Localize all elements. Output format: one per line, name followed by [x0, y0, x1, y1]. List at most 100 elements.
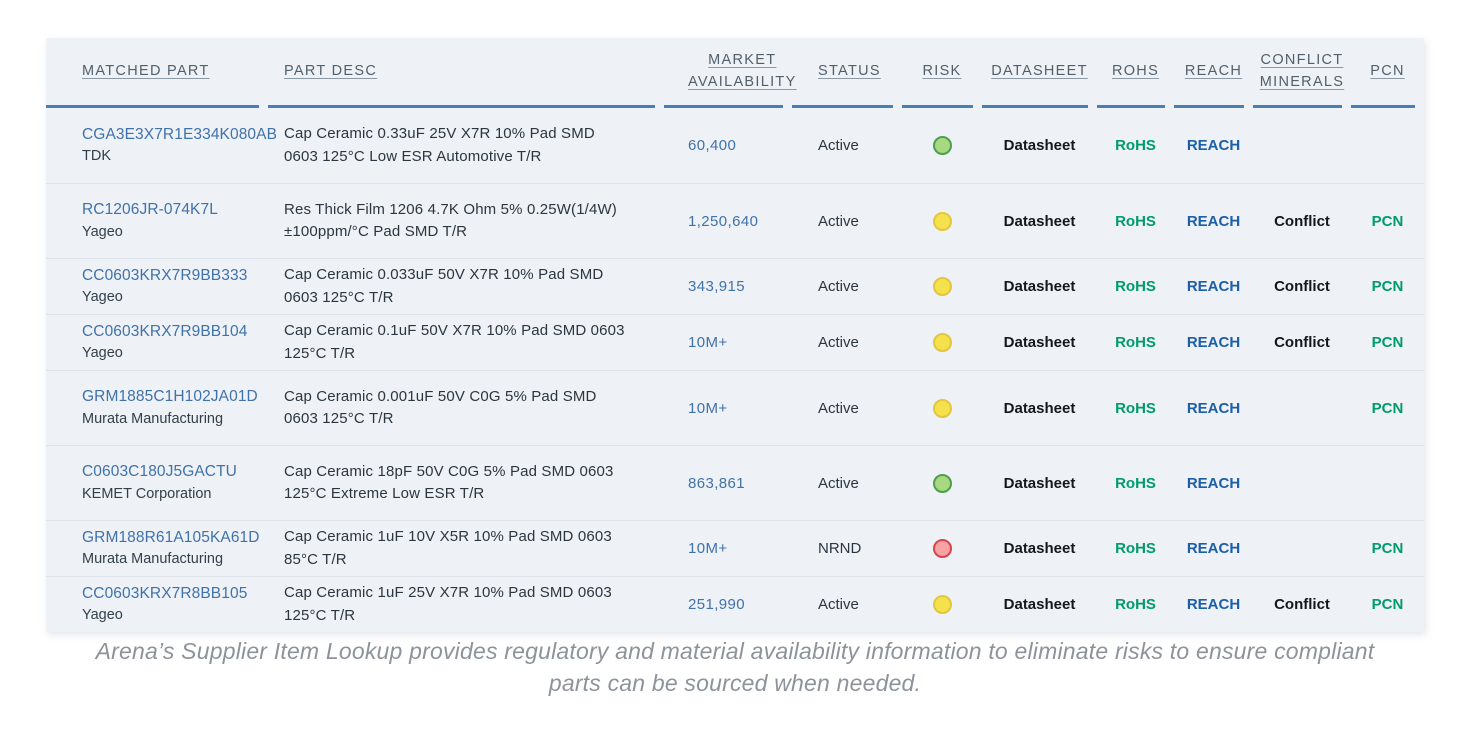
table-row[interactable]: RC1206JR-074K7L Yageo Res Thick Film 1206 … — [46, 183, 1424, 258]
datasheet-link[interactable]: Datasheet — [1004, 400, 1076, 417]
table-row[interactable]: GRM1885C1H102JA01D Murata Manufacturing Ca… — [46, 370, 1424, 445]
reach-badge[interactable]: REACH — [1187, 278, 1240, 295]
column-header-status[interactable]: STATUS — [792, 42, 902, 105]
pcn-badge[interactable]: PCN — [1372, 213, 1404, 230]
column-header-conflict-minerals[interactable]: CONFLICT MINERALS — [1253, 42, 1351, 105]
datasheet-link[interactable]: Datasheet — [1004, 137, 1076, 154]
manufacturer-name: Yageo — [82, 345, 123, 362]
conflict-minerals-badge[interactable]: Conflict — [1274, 278, 1330, 295]
cell-conflict-minerals: Conflict — [1253, 596, 1351, 613]
column-header-pcn[interactable]: PCN — [1351, 42, 1424, 105]
column-header-market-availability[interactable]: MARKET AVAILABILITY — [664, 42, 795, 105]
pcn-badge[interactable]: PCN — [1372, 540, 1404, 557]
cell-status: Active — [792, 137, 902, 154]
reach-badge[interactable]: REACH — [1187, 137, 1240, 154]
column-header-risk[interactable]: RISK — [902, 42, 982, 105]
risk-indicator-yellow-icon[interactable] — [932, 333, 952, 352]
cell-matched-part: CC0603KRX7R8BB105 Yageo — [46, 583, 268, 626]
part-number-link[interactable]: GRM1885C1H102JA01D — [82, 386, 268, 408]
market-availability-value[interactable]: 863,861 — [688, 475, 792, 492]
reach-badge[interactable]: REACH — [1187, 596, 1240, 613]
part-number-link[interactable]: CC0603KRX7R9BB333 — [82, 265, 268, 287]
datasheet-link[interactable]: Datasheet — [1004, 540, 1076, 557]
table-row[interactable]: GRM188R61A105KA61D Murata Manufacturing Ca… — [46, 520, 1424, 576]
column-header-matched-part[interactable]: MATCHED PART — [46, 42, 268, 105]
table-row[interactable]: CC0603KRX7R9BB104 Yageo Cap Ceramic 0.1uF … — [46, 314, 1424, 370]
table-row[interactable]: CGA3E3X7R1E334K080AB TDK Cap Ceramic 0.33u… — [46, 108, 1424, 183]
part-number-link[interactable]: RC1206JR-074K7L — [82, 199, 268, 221]
part-description-line-2: 125°C Extreme Low ESR T/R — [284, 485, 485, 502]
conflict-minerals-badge[interactable]: Conflict — [1274, 334, 1330, 351]
cell-reach: REACH — [1174, 278, 1253, 295]
manufacturer-name: Yageo — [82, 289, 123, 306]
conflict-minerals-badge[interactable]: Conflict — [1274, 596, 1330, 613]
reach-badge[interactable]: REACH — [1187, 540, 1240, 557]
cell-market-availability: 10M+ — [664, 334, 792, 351]
column-header-datasheet[interactable]: DATASHEET — [982, 42, 1097, 105]
cell-market-availability: 343,915 — [664, 278, 792, 295]
table-row[interactable]: C0603C180J5GACTU KEMET Corporation Cap Cer… — [46, 445, 1424, 520]
column-header-matched-part-label: MATCHED PART — [82, 62, 210, 79]
risk-indicator-green-icon[interactable] — [932, 136, 952, 155]
cell-market-availability: 10M+ — [664, 540, 792, 557]
part-number-link[interactable]: CC0603KRX7R9BB104 — [82, 321, 268, 343]
cell-status: Active — [792, 213, 902, 230]
column-header-rohs[interactable]: ROHS — [1097, 42, 1174, 105]
market-availability-value[interactable]: 10M+ — [688, 334, 792, 351]
part-number-link[interactable]: GRM188R61A105KA61D — [82, 527, 268, 549]
market-availability-value[interactable]: 343,915 — [688, 278, 792, 295]
rohs-badge[interactable]: RoHS — [1115, 540, 1156, 557]
risk-indicator-green-icon[interactable] — [932, 473, 952, 493]
rohs-badge[interactable]: RoHS — [1115, 278, 1156, 295]
rohs-badge[interactable]: RoHS — [1115, 334, 1156, 351]
cell-risk — [902, 211, 982, 231]
market-availability-value[interactable]: 60,400 — [688, 137, 792, 154]
column-header-rohs-label: ROHS — [1111, 62, 1160, 79]
pcn-badge[interactable]: PCN — [1372, 596, 1404, 613]
rohs-badge[interactable]: RoHS — [1115, 596, 1156, 613]
rohs-badge[interactable]: RoHS — [1115, 137, 1156, 154]
pcn-badge[interactable]: PCN — [1372, 400, 1404, 417]
part-number-link[interactable]: CGA3E3X7R1E334K080AB — [82, 124, 277, 146]
cell-status: Active — [792, 278, 902, 295]
table-row[interactable]: CC0603KRX7R9BB333 Yageo Cap Ceramic 0.033u… — [46, 258, 1424, 314]
manufacturer-name: Yageo — [82, 607, 123, 624]
risk-indicator-yellow-icon[interactable] — [932, 211, 952, 231]
conflict-minerals-badge[interactable]: Conflict — [1274, 213, 1330, 230]
table-row[interactable]: CC0603KRX7R8BB105 Yageo Cap Ceramic 1uF 25… — [46, 576, 1424, 632]
cell-datasheet: Datasheet — [982, 334, 1097, 351]
rohs-badge[interactable]: RoHS — [1115, 213, 1156, 230]
datasheet-link[interactable]: Datasheet — [1004, 475, 1076, 492]
risk-indicator-yellow-icon[interactable] — [932, 277, 952, 296]
pcn-badge[interactable]: PCN — [1372, 334, 1404, 351]
part-number-link[interactable]: C0603C180J5GACTU — [82, 461, 268, 483]
market-availability-value[interactable]: 10M+ — [688, 400, 792, 417]
market-availability-value[interactable]: 1,250,640 — [688, 213, 792, 230]
rohs-badge[interactable]: RoHS — [1115, 475, 1156, 492]
risk-indicator-red-icon[interactable] — [932, 539, 952, 558]
cell-risk — [902, 539, 982, 558]
rohs-badge[interactable]: RoHS — [1115, 400, 1156, 417]
datasheet-link[interactable]: Datasheet — [1004, 278, 1076, 295]
cell-rohs: RoHS — [1097, 540, 1174, 557]
risk-indicator-yellow-icon[interactable] — [932, 398, 952, 418]
cell-part-desc: Res Thick Film 1206 4.7K Ohm 5% 0.25W(1/… — [268, 199, 664, 243]
datasheet-link[interactable]: Datasheet — [1004, 334, 1076, 351]
reach-badge[interactable]: REACH — [1187, 213, 1240, 230]
column-header-reach[interactable]: REACH — [1174, 42, 1253, 105]
risk-indicator-yellow-icon[interactable] — [932, 595, 952, 614]
market-availability-value[interactable]: 10M+ — [688, 540, 792, 557]
part-description-line-2: 125°C T/R — [284, 344, 356, 362]
manufacturer-name: TDK — [82, 148, 111, 165]
datasheet-link[interactable]: Datasheet — [1004, 596, 1076, 613]
datasheet-link[interactable]: Datasheet — [1004, 213, 1076, 230]
reach-badge[interactable]: REACH — [1187, 400, 1240, 417]
part-number-link[interactable]: CC0603KRX7R8BB105 — [82, 583, 268, 605]
cell-reach: REACH — [1174, 400, 1253, 417]
reach-badge[interactable]: REACH — [1187, 334, 1240, 351]
pcn-badge[interactable]: PCN — [1372, 278, 1404, 295]
column-header-part-desc[interactable]: PART DESC — [268, 42, 664, 105]
market-availability-value[interactable]: 251,990 — [688, 596, 792, 613]
cell-matched-part: C0603C180J5GACTU KEMET Corporation — [46, 461, 268, 504]
reach-badge[interactable]: REACH — [1187, 475, 1240, 492]
